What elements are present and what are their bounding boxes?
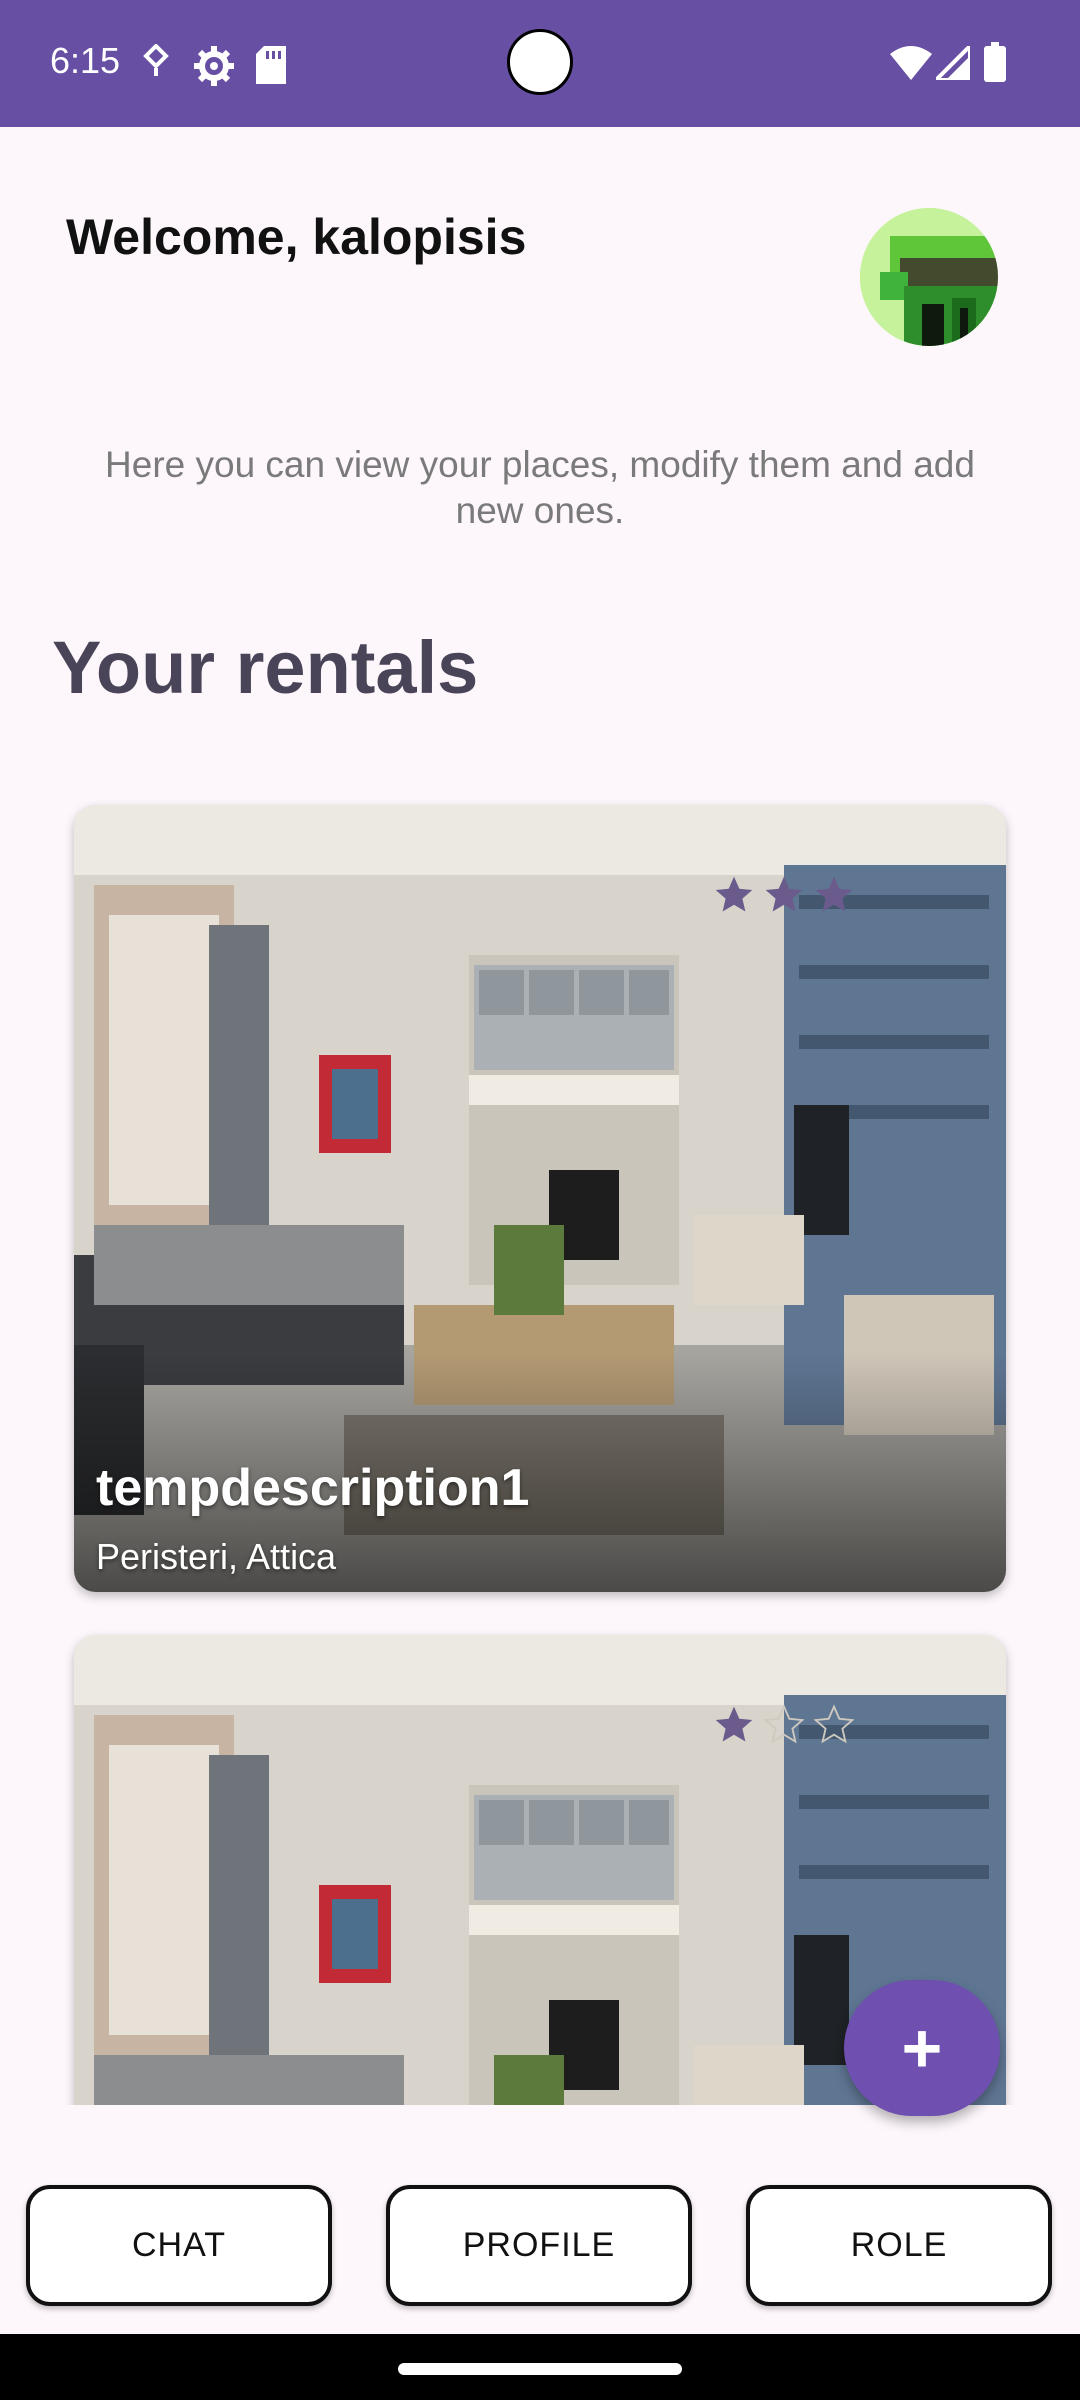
sd-card-icon (256, 46, 286, 84)
section-title: Your rentals (52, 626, 479, 709)
battery-icon (984, 42, 1006, 82)
rental-card[interactable]: tempdescription1 Peristeri, Attica (74, 805, 1006, 1592)
add-rental-button[interactable]: + (844, 1980, 1000, 2116)
add-icon: + (901, 2009, 943, 2087)
star-icon (715, 876, 753, 912)
avatar[interactable] (860, 208, 998, 346)
star-icon (765, 876, 803, 912)
home-gesture-handle[interactable] (398, 2363, 682, 2375)
rentals-list[interactable]: tempdescription1 Peristeri, Attica (0, 780, 1080, 2105)
wifi-icon (890, 46, 932, 80)
rental-location: Peristeri, Attica (96, 1536, 337, 1577)
status-time: 6:15 (50, 40, 121, 81)
rating-stars (712, 873, 856, 917)
camera-cutout (507, 29, 573, 95)
bottom-nav: CHAT PROFILE ROLE (0, 2185, 1080, 2310)
status-bar: 6:15 (0, 0, 1080, 127)
rental-title: tempdescription1 (96, 1459, 530, 1517)
star-icon (715, 1706, 753, 1742)
profile-button[interactable]: PROFILE (386, 2185, 692, 2306)
chat-button[interactable]: CHAT (26, 2185, 332, 2306)
signal-icon (936, 46, 970, 80)
welcome-heading: Welcome, kalopisis (66, 209, 527, 265)
settings-icon (194, 46, 234, 86)
star-empty-icon (813, 1704, 855, 1744)
data-saver-icon (143, 44, 169, 76)
subtitle-text: Here you can view your places, modify th… (105, 444, 975, 531)
rating-stars (712, 1703, 856, 1747)
avatar-image (860, 208, 998, 346)
star-empty-icon (763, 1704, 805, 1744)
star-icon (815, 876, 853, 912)
role-button[interactable]: ROLE (746, 2185, 1052, 2306)
